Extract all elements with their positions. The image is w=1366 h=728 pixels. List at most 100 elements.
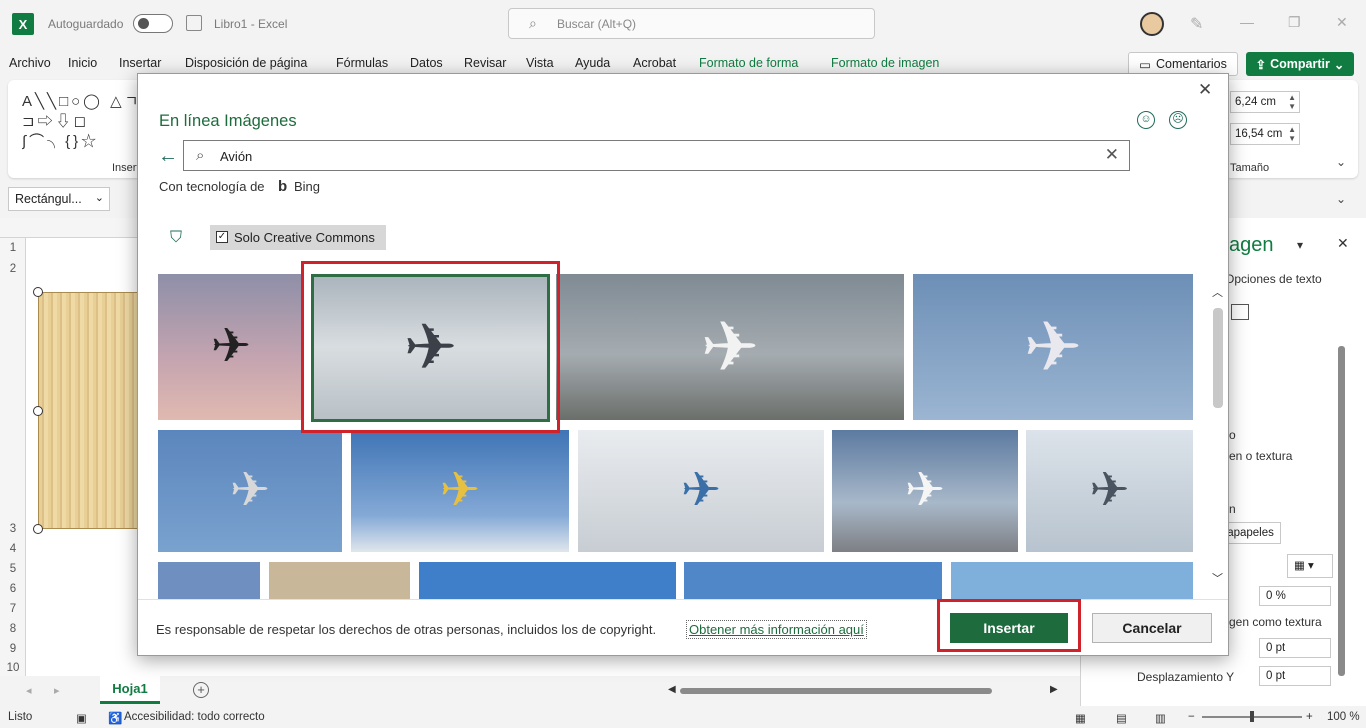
zoom-level[interactable]: 100 % xyxy=(1327,711,1360,723)
width-value: 16,54 cm xyxy=(1235,128,1283,140)
resize-handle[interactable] xyxy=(33,406,43,416)
filter-icon[interactable]: ⛉ xyxy=(170,229,182,247)
page-layout-icon[interactable]: ▤ xyxy=(1116,711,1127,725)
menu-vista[interactable]: Vista xyxy=(526,56,554,70)
row-number[interactable]: 10 xyxy=(0,662,26,674)
transparency-field[interactable]: 0 % xyxy=(1259,586,1331,606)
text-options-tab[interactable]: Opciones de texto xyxy=(1225,272,1322,286)
picture-icon[interactable] xyxy=(1231,304,1249,320)
spin-icon[interactable]: ▲ ▼ xyxy=(1288,93,1296,111)
menu-disposicion[interactable]: Disposición de página xyxy=(185,56,307,70)
pane-close-icon[interactable]: ✕ xyxy=(1337,235,1349,252)
share-button[interactable]: ⇪ Compartir ⌄ xyxy=(1246,52,1354,76)
airplane-thumbnail[interactable] xyxy=(419,562,676,599)
menu-ayuda[interactable]: Ayuda xyxy=(575,56,610,70)
tile-picture-option[interactable]: gen como textura xyxy=(1229,615,1322,629)
accessibility-status[interactable]: Accesibilidad: todo correcto xyxy=(124,711,265,723)
minimize-icon[interactable]: — xyxy=(1240,14,1254,30)
shape-width-field[interactable]: 16,54 cm ▲ ▼ xyxy=(1230,123,1300,145)
menu-archivo[interactable]: Archivo xyxy=(9,56,51,70)
more-info-link[interactable]: Obtener más información aquí xyxy=(686,620,867,639)
resize-handle[interactable] xyxy=(33,287,43,297)
resize-handle[interactable] xyxy=(33,524,43,534)
expand-formula-icon[interactable]: ⌄ xyxy=(1336,192,1346,206)
scroll-down-icon[interactable]: ﹀ xyxy=(1212,570,1223,586)
row-number[interactable]: 2 xyxy=(0,263,26,275)
next-sheet-icon[interactable]: ▸ xyxy=(54,684,60,697)
image-search-input[interactable]: ⌕ Avión ✕ xyxy=(183,140,1130,171)
jet-topview-thumbnail[interactable]: ✈ xyxy=(158,430,342,552)
picture-or-texture-fill[interactable]: en o textura xyxy=(1229,449,1292,463)
macro-icon[interactable]: ▣ xyxy=(76,711,87,725)
cancel-button[interactable]: Cancelar xyxy=(1092,613,1212,643)
zoom-out-icon[interactable]: − xyxy=(1188,711,1195,723)
pane-scrollbar[interactable] xyxy=(1338,346,1345,676)
airplane-thumbnail[interactable] xyxy=(684,562,942,599)
row-number[interactable]: 3 xyxy=(0,523,26,535)
papyrus-rectangle-shape[interactable] xyxy=(38,292,140,529)
name-box[interactable]: Rectángul... ⌄ xyxy=(8,187,110,211)
autosave-toggle[interactable] xyxy=(133,14,173,33)
yellow-jet-thumbnail[interactable]: ✈ xyxy=(351,430,569,552)
menu-formulas[interactable]: Fórmulas xyxy=(336,56,388,70)
menu-insertar[interactable]: Insertar xyxy=(119,56,161,70)
menu-inicio[interactable]: Inicio xyxy=(68,56,97,70)
row-number[interactable]: 9 xyxy=(0,643,26,655)
page-break-icon[interactable]: ▥ xyxy=(1155,711,1166,725)
menu-formato-imagen[interactable]: Formato de imagen xyxy=(831,56,939,70)
checkbox-checked-icon[interactable]: ✓ xyxy=(216,231,228,243)
frown-icon[interactable]: ☹ xyxy=(1169,111,1187,129)
zoom-in-icon[interactable]: + xyxy=(1306,711,1313,723)
row-number[interactable]: 1 xyxy=(0,242,26,254)
offset-y-field[interactable]: 0 pt xyxy=(1259,666,1331,686)
chevron-down-icon[interactable]: ▾ xyxy=(1297,238,1303,252)
transport-plane-thumbnail[interactable]: ✈ xyxy=(578,430,824,552)
smile-icon[interactable]: ☺ xyxy=(1137,111,1155,129)
chevron-down-icon: ⌄ xyxy=(1333,57,1345,72)
scroll-right-icon[interactable]: ▶ xyxy=(1050,684,1058,695)
spin-icon[interactable]: ▲ ▼ xyxy=(1288,125,1296,143)
row-number[interactable]: 6 xyxy=(0,583,26,595)
horizontal-scrollbar[interactable] xyxy=(680,688,992,694)
scroll-up-icon[interactable]: ︿ xyxy=(1212,284,1223,300)
row-number[interactable]: 8 xyxy=(0,623,26,635)
row-number[interactable]: 7 xyxy=(0,603,26,615)
row-number[interactable]: 4 xyxy=(0,543,26,555)
airplane-thumbnail[interactable] xyxy=(951,562,1193,599)
offset-x-field[interactable]: 0 pt xyxy=(1259,638,1331,658)
airliner-thumbnail[interactable]: ✈ xyxy=(913,274,1193,420)
prev-sheet-icon[interactable]: ◂ xyxy=(26,684,32,697)
airplane-thumbnail[interactable]: ✈ xyxy=(158,274,304,420)
shapes-gallery[interactable]: A╲╲□○◯ △ㄱ⊐⇨⇩◻ ∫⌒╮{}☆ xyxy=(22,92,142,152)
airplane-thumbnail[interactable] xyxy=(269,562,410,599)
window-close-icon[interactable]: ✕ xyxy=(1336,14,1348,31)
chevron-down-icon[interactable]: ⌄ xyxy=(1336,155,1346,169)
results-scrollbar[interactable]: ︿ ﹀ xyxy=(1211,284,1225,604)
app-search-box[interactable]: ⌕ Buscar (Alt+Q) xyxy=(508,8,875,39)
texture-dropdown[interactable]: ▦ ▾ xyxy=(1287,554,1333,578)
save-icon[interactable] xyxy=(186,15,202,31)
cargo-plane-thumbnail[interactable]: ✈ xyxy=(1026,430,1193,552)
row-number[interactable]: 5 xyxy=(0,563,26,575)
scrollbar-thumb[interactable] xyxy=(1213,308,1223,408)
creative-commons-filter[interactable]: ✓ Solo Creative Commons xyxy=(210,225,386,250)
concept-plane-thumbnail[interactable]: ✈ xyxy=(832,430,1018,552)
close-icon[interactable]: ✕ xyxy=(1198,80,1212,100)
back-arrow-icon[interactable]: ← xyxy=(158,145,178,168)
shape-height-field[interactable]: 6,24 cm ▲ ▼ xyxy=(1230,91,1300,113)
menu-datos[interactable]: Datos xyxy=(410,56,443,70)
restore-icon[interactable]: ❐ xyxy=(1288,14,1301,31)
add-sheet-button[interactable]: + xyxy=(193,682,209,698)
menu-acrobat[interactable]: Acrobat xyxy=(633,56,676,70)
scroll-left-icon[interactable]: ◀ xyxy=(668,684,676,695)
user-avatar[interactable] xyxy=(1140,12,1164,36)
pen-icon[interactable]: ✎ xyxy=(1190,14,1203,34)
menu-revisar[interactable]: Revisar xyxy=(464,56,506,70)
zoom-slider-thumb[interactable] xyxy=(1250,711,1254,722)
menu-formato-forma[interactable]: Formato de forma xyxy=(699,56,798,70)
airplane-thumbnail[interactable] xyxy=(158,562,260,599)
sheet-tab-hoja1[interactable]: Hoja1 xyxy=(100,676,160,704)
clear-search-icon[interactable]: ✕ xyxy=(1105,145,1119,165)
normal-view-icon[interactable]: ▦ xyxy=(1075,711,1086,725)
antonov-thumbnail[interactable]: ✈ xyxy=(556,274,904,420)
